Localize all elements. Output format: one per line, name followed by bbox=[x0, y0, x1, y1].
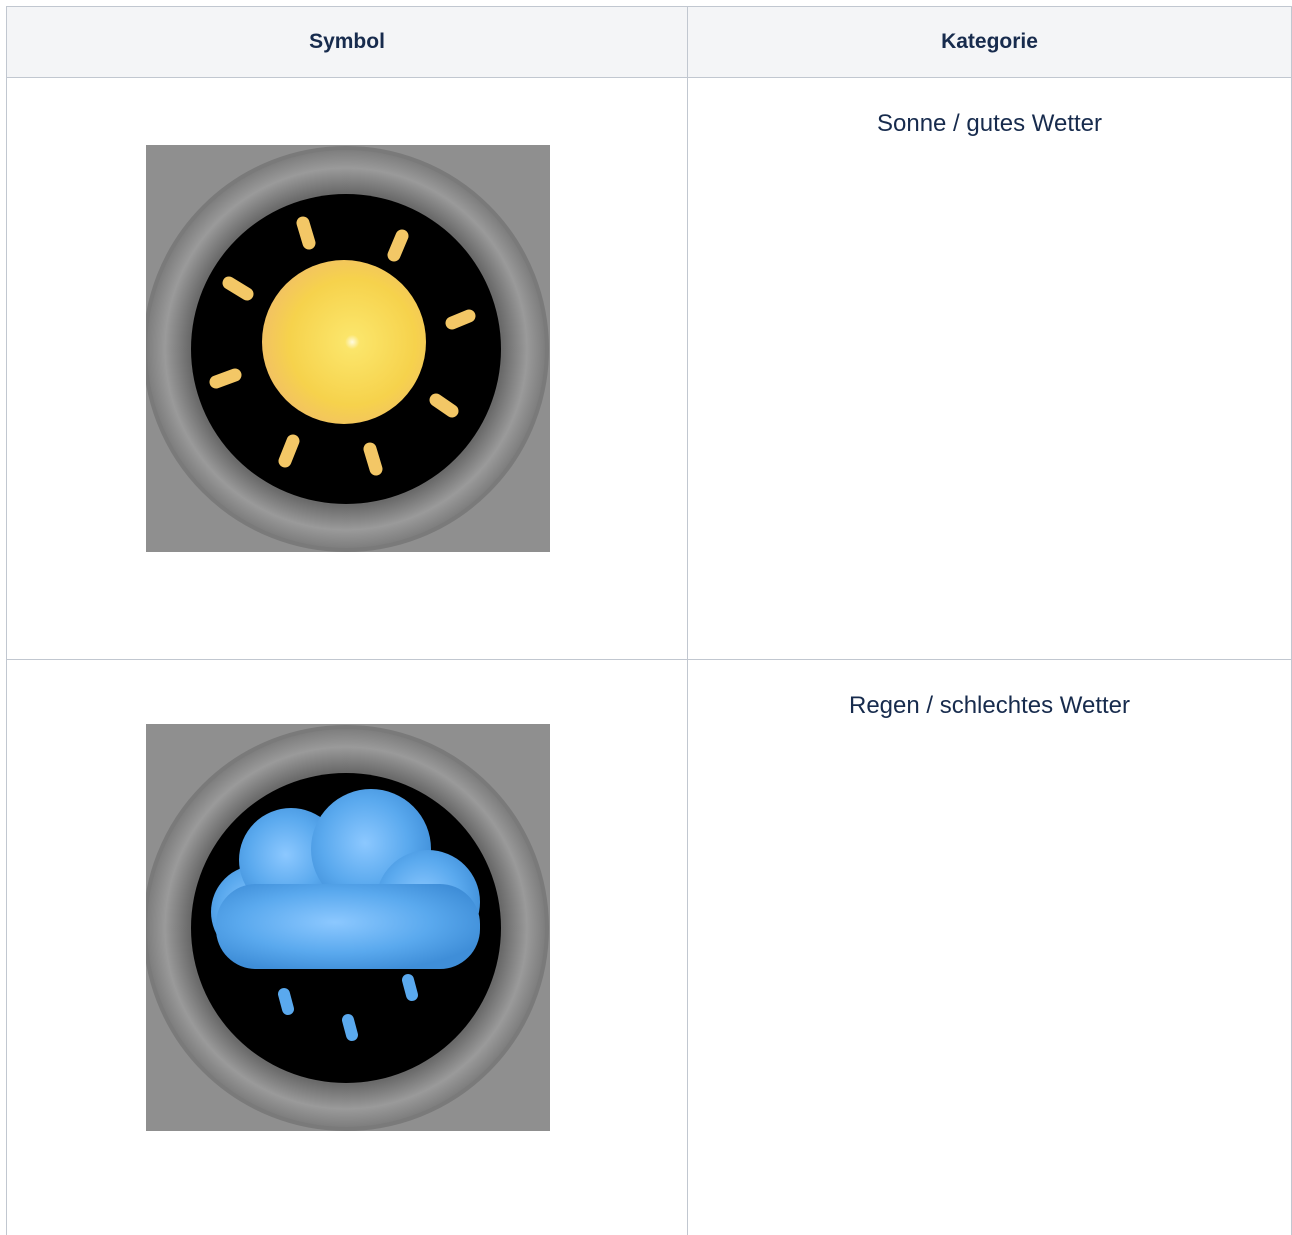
sun-icon bbox=[146, 145, 550, 552]
table-row: Regen / schlechtes Wetter bbox=[7, 660, 1292, 1235]
symbol-cell bbox=[7, 660, 688, 1235]
rain-cloud-icon bbox=[146, 724, 550, 1131]
category-cell: Sonne / gutes Wetter bbox=[688, 78, 1292, 660]
category-label: Sonne / gutes Wetter bbox=[688, 78, 1291, 138]
table-header-row: Symbol Kategorie bbox=[7, 7, 1292, 78]
symbol-cell bbox=[7, 78, 688, 660]
table-row: Sonne / gutes Wetter bbox=[7, 78, 1292, 660]
category-label: Regen / schlechtes Wetter bbox=[688, 660, 1291, 720]
category-cell: Regen / schlechtes Wetter bbox=[688, 660, 1292, 1235]
column-header-symbol: Symbol bbox=[7, 7, 688, 78]
weather-symbol-table: Symbol Kategorie bbox=[6, 6, 1291, 1229]
symbol-table: Symbol Kategorie bbox=[6, 6, 1292, 1235]
column-header-category: Kategorie bbox=[688, 7, 1292, 78]
